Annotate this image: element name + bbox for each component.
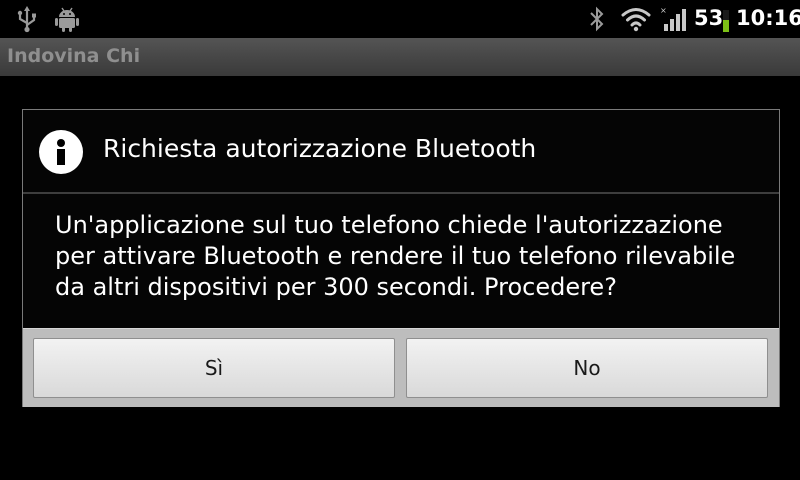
dialog-message: Un'applicazione sul tuo telefono chiede … (55, 211, 736, 301)
clock: 10:16 (736, 6, 800, 30)
dialog-divider (23, 192, 779, 194)
no-button[interactable]: No (406, 338, 768, 398)
battery-icon (723, 10, 729, 32)
info-icon (39, 130, 83, 174)
signal-icon: × (660, 6, 686, 31)
dialog-button-bar: Sì No (23, 328, 779, 407)
android-debug-icon (55, 7, 79, 32)
bluetooth-icon (590, 6, 604, 32)
usb-icon (17, 6, 36, 33)
yes-button[interactable]: Sì (33, 338, 395, 398)
dialog-title: Richiesta autorizzazione Bluetooth (103, 134, 537, 163)
battery-percentage: 53 (694, 6, 724, 30)
dialog-header: Richiesta autorizzazione Bluetooth (23, 110, 779, 192)
svg-text:×: × (660, 6, 667, 15)
bluetooth-permission-dialog: Richiesta autorizzazione Bluetooth Un'ap… (22, 109, 780, 407)
battery-level-fill (723, 20, 729, 32)
app-title-bar: Indovina Chi (0, 38, 800, 76)
app-title: Indovina Chi (7, 45, 141, 67)
wifi-icon (621, 8, 651, 32)
status-bar: × 53 10:16 (0, 0, 800, 38)
